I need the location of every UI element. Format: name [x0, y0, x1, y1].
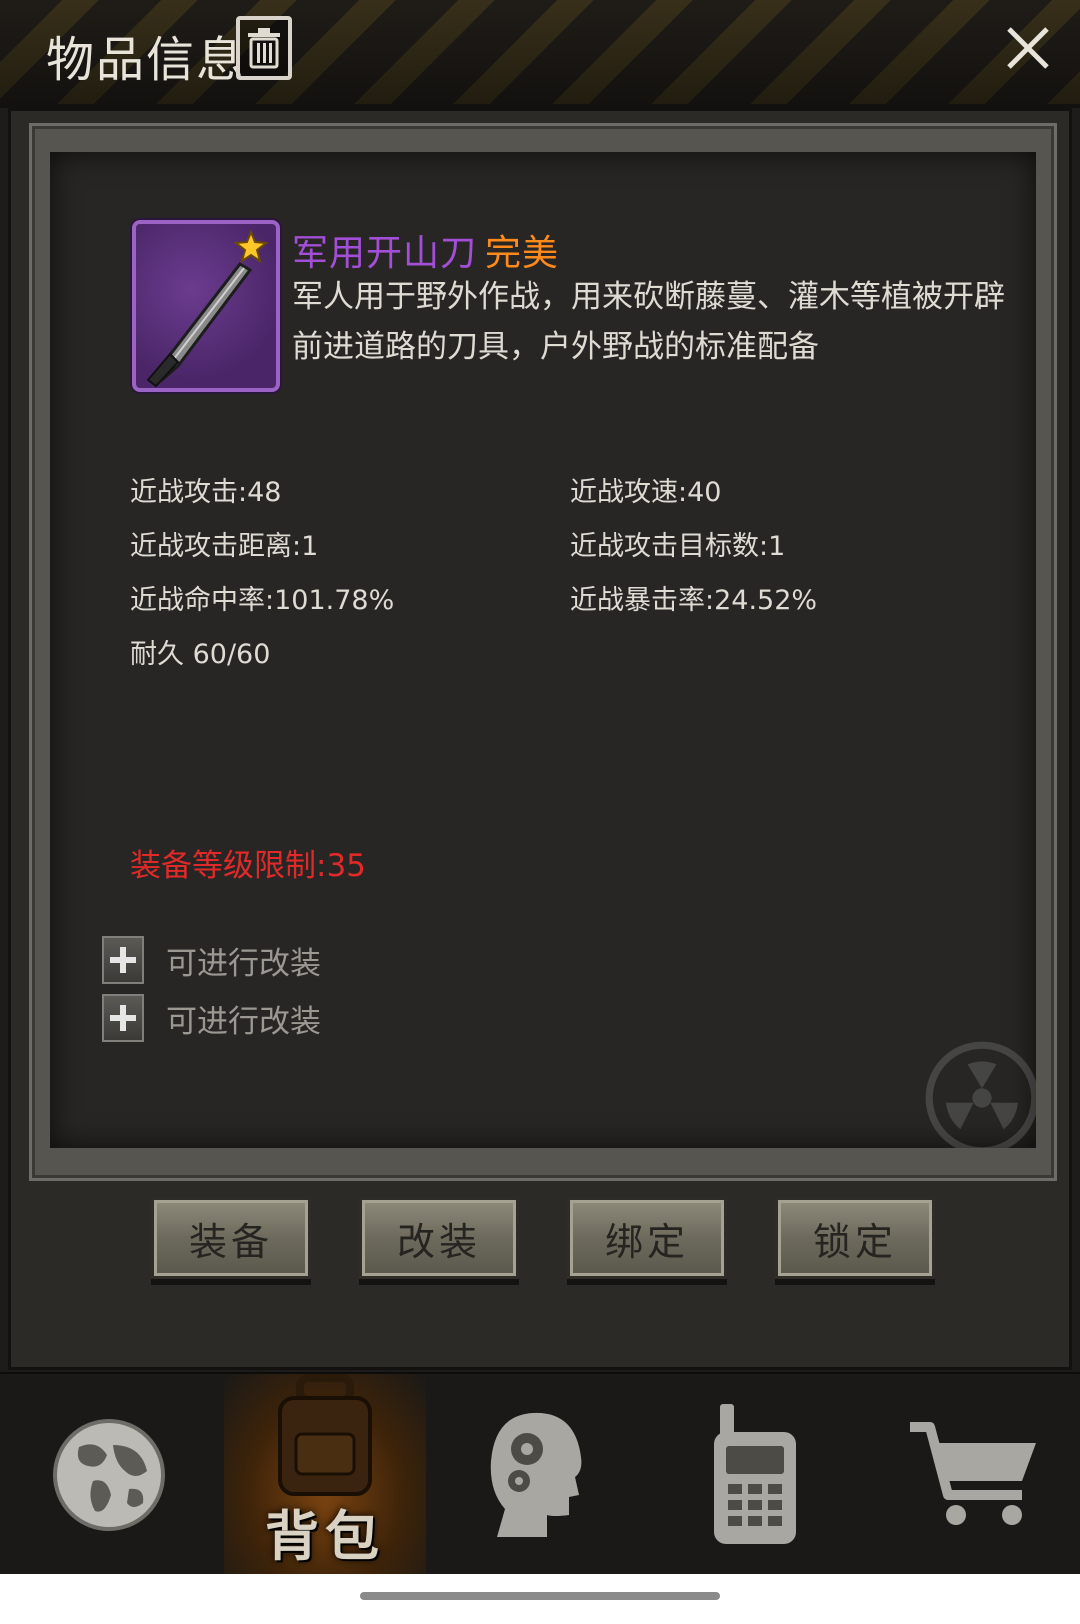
- item-detail-content: 军用开山刀 完美 军人用于野外作战，用来砍断藤蔓、灌木等植被开辟前进道路的刀具，户…: [50, 152, 1036, 1148]
- stat-melee-range: 近战攻击距离:1: [130, 530, 319, 562]
- head-gears-icon: [490, 1412, 582, 1537]
- globe-icon: [53, 1419, 165, 1531]
- mod-slot[interactable]: 可进行改装: [102, 936, 321, 984]
- nav-radio[interactable]: [650, 1374, 862, 1574]
- stat-row: 近战命中率:101.78% 近战暴击率:24.52%: [130, 570, 1010, 624]
- stat-row: 耐久 60/60: [130, 624, 1010, 678]
- trash-icon: [248, 28, 280, 69]
- plus-icon[interactable]: [102, 994, 144, 1042]
- close-icon: [1007, 27, 1049, 69]
- shopping-cart-icon: [910, 1422, 1036, 1525]
- plus-icon[interactable]: [102, 936, 144, 984]
- stat-melee-attack: 近战攻击:48: [130, 476, 282, 508]
- bottom-nav: 背包: [0, 1372, 1080, 1574]
- item-name-text: 军用开山刀: [292, 233, 478, 274]
- radiation-watermark-icon: [925, 1041, 1036, 1148]
- nav-backpack[interactable]: 背包: [224, 1374, 426, 1574]
- stat-melee-targets: 近战攻击目标数:1: [570, 530, 786, 562]
- stat-row: 近战攻击:48 近战攻速:40: [130, 462, 1010, 516]
- mod-slot-label: 可进行改装: [166, 1003, 321, 1040]
- item-quality: 完美: [485, 233, 560, 274]
- mod-slot-label: 可进行改装: [166, 945, 321, 982]
- stat-melee-crit-rate: 近战暴击率:24.52%: [570, 584, 818, 616]
- lock-button[interactable]: 锁定: [775, 1197, 935, 1279]
- bind-button[interactable]: 绑定: [567, 1197, 727, 1279]
- item-detail-frame: 军用开山刀 完美 军人用于野外作战，用来砍断藤蔓、灌木等植被开辟前进道路的刀具，户…: [29, 123, 1057, 1181]
- nav-shop[interactable]: [868, 1374, 1080, 1574]
- stat-durability: 耐久 60/60: [130, 638, 271, 670]
- nav-backpack-label: 背包: [265, 1505, 385, 1568]
- item-description: 军人用于野外作战，用来砍断藤蔓、灌木等植被开辟前进道路的刀具，户外野战的标准配备: [292, 279, 1005, 365]
- equip-button[interactable]: 装备: [151, 1197, 311, 1279]
- stat-melee-speed: 近战攻速:40: [570, 476, 722, 508]
- close-button[interactable]: [1000, 20, 1056, 76]
- item-info-screen: 物品信息 军用开山刀 完美 军人用于野外作战，用来砍断藤蔓、灌木等植被开辟前进道…: [0, 0, 1080, 1574]
- page-title: 物品信息: [46, 32, 247, 88]
- stat-row: 近战攻击距离:1 近战攻击目标数:1: [130, 516, 1010, 570]
- item-name: 军用开山刀 完美: [292, 224, 559, 276]
- level-requirement: 装备等级限制:35: [130, 848, 366, 884]
- header-bar: 物品信息: [0, 0, 1080, 108]
- trash-button[interactable]: [236, 16, 292, 80]
- stats-list: 近战攻击:48 近战攻速:40 近战攻击距离:1 近战攻击目标数:1 近战命中率…: [130, 462, 1010, 678]
- item-icon-slot[interactable]: [132, 220, 280, 392]
- modify-button[interactable]: 改装: [359, 1197, 519, 1279]
- nav-world[interactable]: [0, 1374, 218, 1574]
- home-indicator[interactable]: [360, 1592, 720, 1600]
- star-icon: [234, 230, 268, 264]
- stat-melee-hit-rate: 近战命中率:101.78%: [130, 584, 395, 616]
- walkie-talkie-icon: [714, 1404, 796, 1544]
- mod-slot[interactable]: 可进行改装: [102, 994, 321, 1042]
- nav-skills[interactable]: [432, 1374, 644, 1574]
- item-panel: 军用开山刀 完美 军人用于野外作战，用来砍断藤蔓、灌木等植被开辟前进道路的刀具，户…: [8, 108, 1072, 1370]
